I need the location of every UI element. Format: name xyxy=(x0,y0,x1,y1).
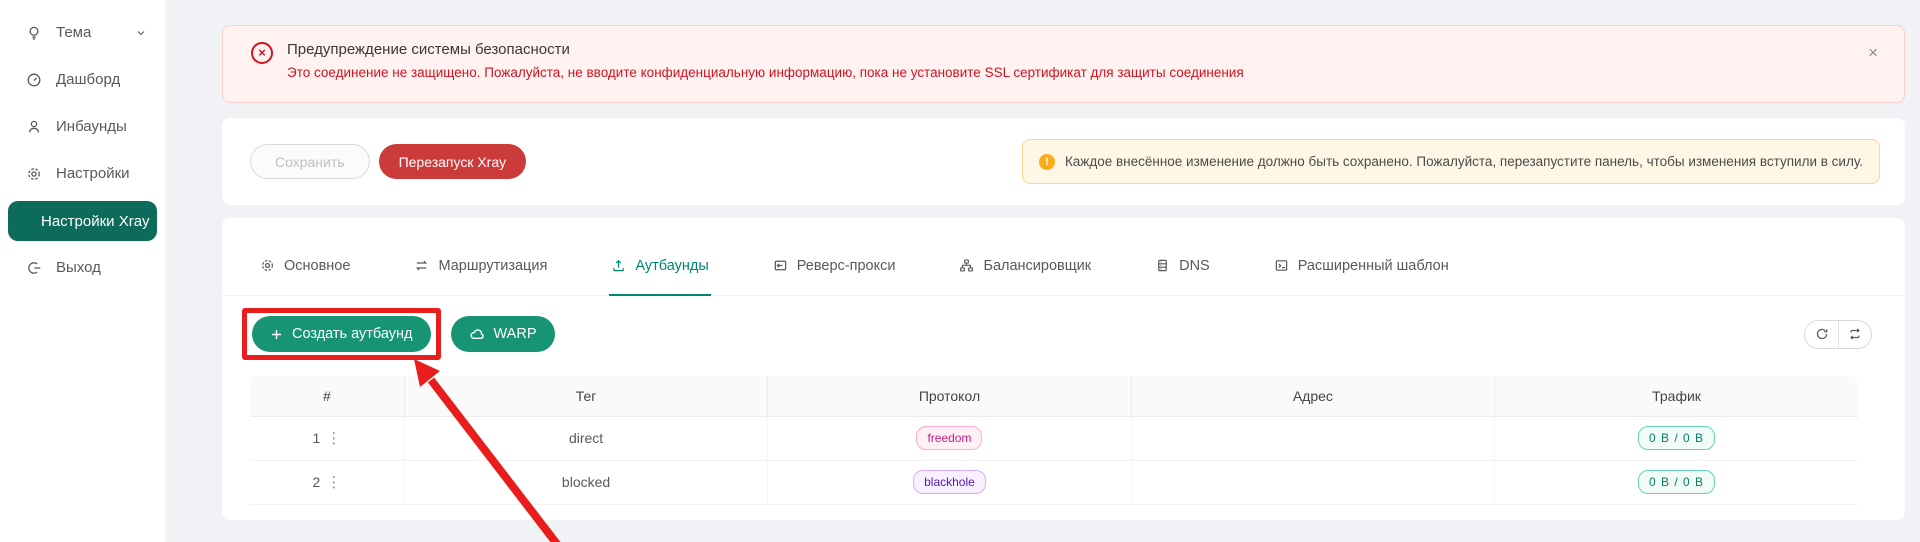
traffic-cell: 0 B / 0 B xyxy=(1495,460,1858,504)
upload-icon xyxy=(611,258,626,273)
tab-label: Аутбаунды xyxy=(635,258,708,274)
security-alert-body: Предупреждение системы безопасности Это … xyxy=(287,41,1244,80)
protocol-cell: freedom xyxy=(768,416,1131,460)
column-header-index: # xyxy=(250,376,404,416)
swap-arrows-icon xyxy=(414,258,429,273)
chevron-down-icon xyxy=(135,27,147,39)
sidebar-item-label: Настройки Xray xyxy=(41,213,150,230)
logout-icon xyxy=(26,260,42,276)
annotation-highlight-box: Создать аутбаунд xyxy=(242,308,441,360)
tab-outbounds[interactable]: Аутбаунды xyxy=(611,250,708,295)
toggle-view-button[interactable] xyxy=(1838,321,1871,348)
refresh-button[interactable] xyxy=(1805,321,1838,348)
tab-bar: Основное Маршрутизация Аутбаунды Реверс-… xyxy=(222,250,1905,296)
traffic-badge: 0 B / 0 B xyxy=(1638,426,1715,449)
security-alert-title: Предупреждение системы безопасности xyxy=(287,41,1244,58)
gear-icon xyxy=(260,258,275,273)
sidebar-item-xray-settings[interactable]: Настройки Xray xyxy=(8,201,157,241)
user-icon xyxy=(26,119,42,135)
toolbar-card: Сохранить Перезапуск Xray ! Каждое внесё… xyxy=(222,118,1905,205)
plus-icon xyxy=(270,328,283,341)
refresh-icon xyxy=(1815,327,1829,341)
restart-notice-text: Каждое внесённое изменение должно быть с… xyxy=(1065,154,1863,169)
row-index-cell: 1 ⋮ xyxy=(250,416,404,460)
column-header-address: Адрес xyxy=(1131,376,1494,416)
sidebar-item-logout[interactable]: Выход xyxy=(0,244,165,291)
repeat-icon xyxy=(1848,327,1862,341)
row-index-cell: 2 ⋮ xyxy=(250,460,404,504)
column-header-traffic: Трафик xyxy=(1495,376,1858,416)
tab-balancer[interactable]: Балансировщик xyxy=(959,250,1091,295)
protocol-badge: blackhole xyxy=(913,470,986,493)
row-number: 2 xyxy=(313,474,321,490)
tab-label: Расширенный шаблон xyxy=(1298,258,1449,274)
sidebar-item-theme[interactable]: Тема xyxy=(0,9,165,56)
cluster-icon xyxy=(959,258,974,273)
sidebar-item-label: Тема xyxy=(56,24,91,41)
restart-xray-button[interactable]: Перезапуск Xray xyxy=(379,144,527,179)
column-header-protocol: Протокол xyxy=(768,376,1131,416)
restart-notice: ! Каждое внесённое изменение должно быть… xyxy=(1022,139,1880,184)
outbounds-table: # Тег Протокол Адрес Трафик 1 ⋮ direct f… xyxy=(250,376,1858,505)
sidebar-item-label: Инбаунды xyxy=(56,118,127,135)
tab-dns[interactable]: DNS xyxy=(1155,250,1210,295)
sidebar-item-inbounds[interactable]: Инбаунды xyxy=(0,103,165,150)
sidebar-item-settings[interactable]: Настройки xyxy=(0,150,165,197)
warning-circle-icon: ! xyxy=(1039,154,1055,170)
table-header-row: # Тег Протокол Адрес Трафик xyxy=(250,376,1858,416)
save-button[interactable]: Сохранить xyxy=(250,144,370,179)
sidebar-item-label: Выход xyxy=(56,259,101,276)
security-alert-description: Это соединение не защищено. Пожалуйста, … xyxy=(287,65,1244,80)
database-icon xyxy=(1155,258,1170,273)
sidebar-item-label: Дашборд xyxy=(56,71,120,88)
tab-label: DNS xyxy=(1179,258,1210,274)
protocol-cell: blackhole xyxy=(768,460,1131,504)
tab-label: Маршрутизация xyxy=(438,258,547,274)
bulb-icon xyxy=(26,25,42,41)
table-row: 2 ⋮ blocked blackhole 0 B / 0 B xyxy=(250,460,1858,504)
gear-icon xyxy=(26,166,42,182)
tag-cell: direct xyxy=(404,416,767,460)
reverse-proxy-icon xyxy=(773,258,788,273)
create-outbound-label: Создать аутбаунд xyxy=(292,326,413,342)
cloud-icon xyxy=(469,326,485,342)
security-alert: × Предупреждение системы безопасности Эт… xyxy=(222,25,1905,103)
warp-label: WARP xyxy=(494,326,537,342)
outbound-actions-row: Создать аутбаунд WARP xyxy=(242,309,1872,359)
code-template-icon xyxy=(1274,258,1289,273)
traffic-cell: 0 B / 0 B xyxy=(1495,416,1858,460)
tag-cell: blocked xyxy=(404,460,767,504)
row-menu-icon[interactable]: ⋮ xyxy=(326,475,341,490)
warp-button[interactable]: WARP xyxy=(451,316,555,352)
tab-advanced-template[interactable]: Расширенный шаблон xyxy=(1274,250,1449,295)
dashboard-icon xyxy=(26,72,42,88)
protocol-badge: freedom xyxy=(916,426,982,449)
sidebar: Тема Дашборд Инбаунды Настройки Настройк… xyxy=(0,0,165,542)
tab-basic[interactable]: Основное xyxy=(260,250,350,295)
xray-settings-card: Основное Маршрутизация Аутбаунды Реверс-… xyxy=(222,218,1905,520)
traffic-badge: 0 B / 0 B xyxy=(1638,470,1715,493)
row-number: 1 xyxy=(313,430,321,446)
tab-label: Балансировщик xyxy=(983,258,1091,274)
address-cell xyxy=(1131,460,1494,504)
error-circle-icon: × xyxy=(251,42,273,64)
close-icon[interactable]: × xyxy=(1868,44,1878,61)
table-tools xyxy=(1804,320,1872,349)
tab-reverse-proxy[interactable]: Реверс-прокси xyxy=(773,250,896,295)
tab-label: Основное xyxy=(284,258,350,274)
tab-routing[interactable]: Маршрутизация xyxy=(414,250,547,295)
sidebar-item-dashboard[interactable]: Дашборд xyxy=(0,56,165,103)
table-row: 1 ⋮ direct freedom 0 B / 0 B xyxy=(250,416,1858,460)
column-header-tag: Тег xyxy=(404,376,767,416)
create-outbound-button[interactable]: Создать аутбаунд xyxy=(252,316,431,352)
address-cell xyxy=(1131,416,1494,460)
sidebar-item-label: Настройки xyxy=(56,165,130,182)
row-menu-icon[interactable]: ⋮ xyxy=(326,431,341,446)
tab-label: Реверс-прокси xyxy=(797,258,896,274)
